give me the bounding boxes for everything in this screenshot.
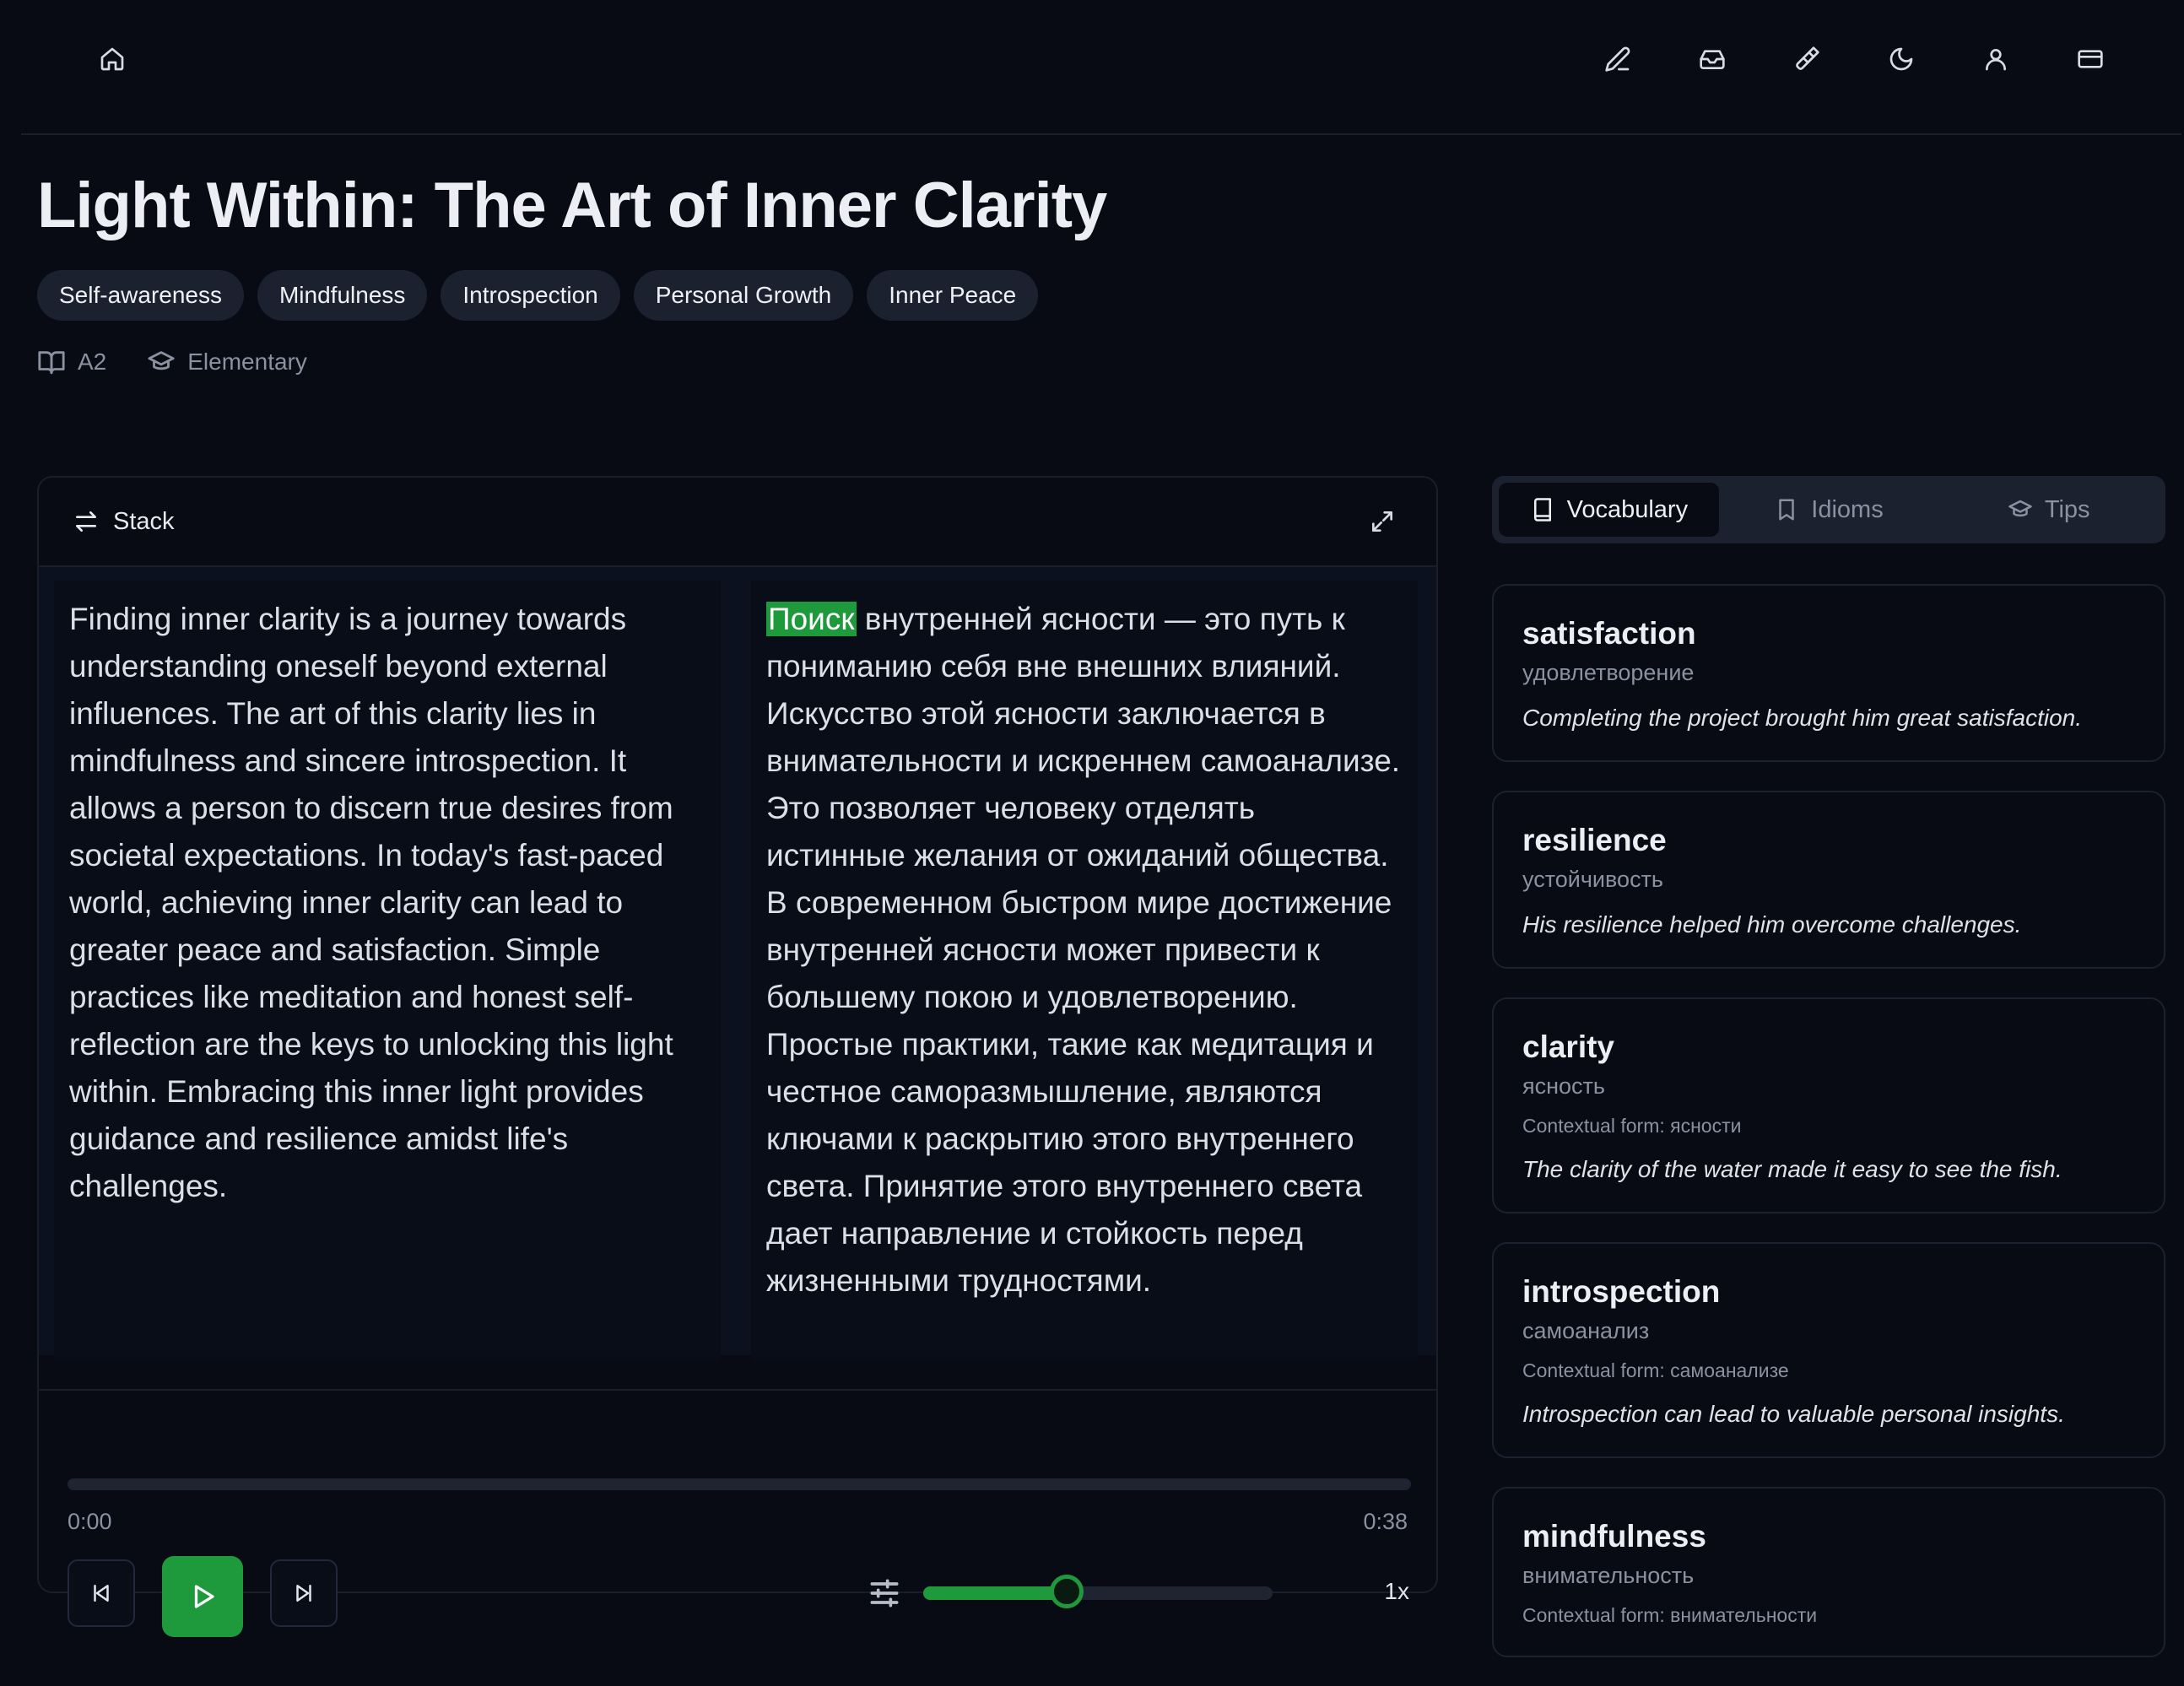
play-button[interactable] — [162, 1556, 243, 1637]
tab-vocabulary[interactable]: Vocabulary — [1499, 483, 1719, 537]
highlighted-word[interactable]: Поиск — [766, 602, 857, 636]
vocabulary-card[interactable]: satisfaction удовлетворение Completing t… — [1492, 584, 2165, 762]
speed-slider-thumb[interactable] — [1049, 1575, 1084, 1608]
page-title: Light Within: The Art of Inner Clarity — [37, 170, 1107, 241]
top-navigation-bar — [21, 0, 2181, 135]
vocab-translation: удовлетворение — [1522, 660, 1695, 685]
sliders-icon[interactable] — [866, 1575, 903, 1612]
article-meta: A2 Elementary — [37, 348, 307, 376]
level-name-badge: Elementary — [147, 348, 307, 376]
speed-slider-fill — [923, 1586, 1067, 1600]
tab-tips[interactable]: Tips — [1938, 483, 2159, 537]
reader-panel: Stack Finding inner clarity is a journey… — [37, 476, 1438, 1637]
skip-back-button[interactable] — [68, 1559, 135, 1627]
duration: 0:38 — [1363, 1509, 1408, 1534]
tag-chip[interactable]: Inner Peace — [867, 270, 1039, 321]
tag-chip[interactable]: Personal Growth — [633, 270, 854, 321]
tag-chip[interactable]: Introspection — [441, 270, 620, 321]
inbox-icon[interactable] — [1687, 34, 1738, 84]
vocab-example: Completing the project brought him great… — [1522, 705, 2083, 731]
credit-card-icon[interactable] — [2065, 34, 2116, 84]
tab-label: Idioms — [1811, 495, 1884, 523]
vocabulary-card[interactable]: introspection самоанализ Contextual form… — [1492, 1242, 2165, 1458]
current-time: 0:00 — [68, 1509, 112, 1534]
paintbrush-icon[interactable] — [1781, 34, 1832, 84]
vocab-translation: ясность — [1522, 1073, 1605, 1099]
vocab-word: satisfaction — [1522, 616, 1696, 651]
vocabulary-card[interactable]: clarity ясность Contextual form: ясности… — [1492, 997, 2165, 1213]
progress-bar[interactable] — [68, 1478, 1411, 1490]
layout-toggle-label: Stack — [113, 507, 175, 535]
bookmark-icon — [1779, 499, 1795, 521]
expand-icon[interactable] — [1362, 501, 1403, 542]
tab-label: Vocabulary — [1566, 495, 1689, 523]
home-icon[interactable] — [87, 34, 138, 84]
vocabulary-list: satisfaction удовлетворение Completing t… — [1492, 584, 2165, 1686]
vocab-word: clarity — [1522, 1029, 1615, 1064]
vocabulary-card[interactable]: resilience устойчивость His resilience h… — [1492, 791, 2165, 969]
skip-forward-button[interactable] — [270, 1559, 338, 1627]
vocab-word: mindfulness — [1522, 1519, 1706, 1554]
vocab-context-form: Contextual form: ясности — [1522, 1115, 1742, 1137]
translation-text[interactable]: Поиск внутренней ясности — это путь к по… — [751, 581, 1418, 1360]
tab-label: Tips — [2044, 495, 2090, 523]
vocab-word: introspection — [1522, 1274, 1721, 1309]
playback-speed[interactable]: 1x — [1384, 1578, 1409, 1605]
reader-header: Stack — [39, 478, 1436, 567]
book-icon — [1533, 498, 1551, 521]
sidebar-tabs: Vocabulary Idioms Tips — [1492, 476, 2165, 543]
vocab-example: Introspection can lead to valuable perso… — [1522, 1401, 2065, 1427]
open-book-icon — [38, 351, 65, 375]
level-name: Elementary — [187, 349, 307, 375]
level-badge: A2 — [37, 348, 106, 376]
vocab-example: The clarity of the water made it easy to… — [1522, 1156, 2062, 1182]
vocab-context-form: Contextual form: самоанализе — [1522, 1359, 1789, 1381]
layout-toggle-button[interactable]: Stack — [73, 508, 175, 536]
vocab-example: His resilience helped him overcome chall… — [1522, 911, 2022, 938]
vocab-translation: самоанализ — [1522, 1318, 1650, 1343]
vocabulary-card[interactable]: mindfulness внимательность Contextual fo… — [1492, 1487, 2165, 1657]
audio-player: 0:00 0:38 1x — [39, 1389, 1436, 1637]
swap-arrows-icon — [76, 511, 96, 532]
vocab-context-form: Contextual form: внимательности — [1522, 1604, 1818, 1626]
parallel-text-area: Finding inner clarity is a journey towar… — [39, 567, 1436, 1360]
vocab-word: resilience — [1522, 823, 1667, 857]
vocab-translation: внимательность — [1522, 1563, 1695, 1588]
tag-list: Self-awareness Mindfulness Introspection… — [37, 270, 1039, 321]
tag-chip[interactable]: Mindfulness — [257, 270, 428, 321]
play-icon — [194, 1585, 214, 1608]
graduation-cap-icon — [148, 351, 175, 370]
translation-body: внутренней ясности — это путь к понимани… — [766, 602, 1401, 1298]
level-code: A2 — [78, 349, 107, 375]
skip-forward-icon — [296, 1585, 311, 1602]
user-icon[interactable] — [1970, 34, 2021, 84]
pencil-icon[interactable] — [1592, 34, 1643, 84]
skip-back-icon — [94, 1585, 109, 1602]
original-text[interactable]: Finding inner clarity is a journey towar… — [54, 581, 721, 1360]
vocab-translation: устойчивость — [1522, 867, 1663, 892]
tag-chip[interactable]: Self-awareness — [37, 270, 244, 321]
graduation-cap-icon — [2008, 500, 2032, 517]
speed-slider[interactable] — [923, 1575, 1273, 1608]
moon-icon[interactable] — [1876, 34, 1927, 84]
tab-idioms[interactable]: Idioms — [1719, 483, 1939, 537]
